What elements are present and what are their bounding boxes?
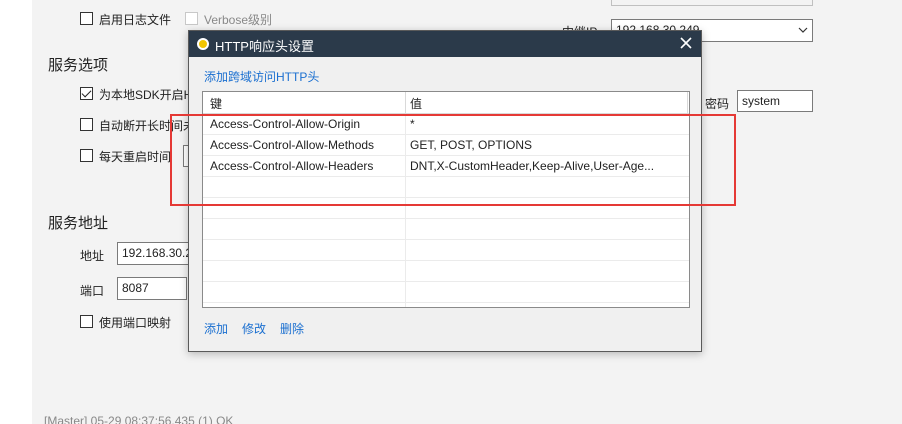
service-options-title: 服务选项 [48,57,109,74]
empty-row [203,240,689,261]
table-header: 键 值 [203,92,689,114]
http-headers-dialog: HTTP响应头设置 添加跨域访问HTTP头 键 值 Access-Control… [188,30,702,352]
enable-log-file-checkbox[interactable] [80,12,93,25]
sdk-option-checkbox[interactable] [80,87,93,100]
password-input[interactable]: system [737,90,813,112]
empty-row [203,219,689,240]
column-header-value[interactable]: 值 [410,95,422,112]
header-value: DNT,X-CustomHeader,Keep-Alive,User-Age..… [410,159,655,173]
add-button[interactable]: 添加 [204,320,228,337]
address-input[interactable]: 192.168.30.2 [117,242,197,265]
dialog-titlebar[interactable]: HTTP响应头设置 [189,31,701,57]
daily-restart-label: 每天重启时间 [99,150,172,164]
headers-table: 键 值 Access-Control-Allow-Origin * Access… [202,91,690,308]
port-label: 端口 [80,284,105,298]
column-divider[interactable] [405,92,406,114]
empty-row [203,261,689,282]
daily-restart-checkbox[interactable] [80,149,93,162]
column-header-key[interactable]: 键 [210,95,222,112]
auto-disconnect-checkbox[interactable] [80,118,93,131]
add-cors-headers-link[interactable]: 添加跨域访问HTTP头 [204,68,319,85]
port-mapping-label: 使用端口映射 [99,316,172,330]
top-input-edge [611,0,813,6]
header-key: Access-Control-Allow-Origin [210,117,361,131]
port-mapping-checkbox[interactable] [80,315,93,328]
close-icon[interactable] [677,34,695,52]
status-line: [Master] 05-29 08:37:56.435 (1) OK [44,414,234,424]
dialog-title: HTTP响应头设置 [215,39,314,54]
app-icon [197,38,209,50]
header-value: GET, POST, OPTIONS [410,138,533,152]
header-key: Access-Control-Allow-Headers [210,159,374,173]
enable-log-file-label: 启用日志文件 [99,13,172,27]
empty-row [203,198,689,219]
address-label: 地址 [80,249,105,263]
column-divider[interactable] [687,92,688,114]
header-value: * [410,117,415,131]
table-row[interactable]: Access-Control-Allow-Origin * [203,114,689,135]
table-row[interactable]: Access-Control-Allow-Methods GET, POST, … [203,135,689,156]
password-label: 密码 [705,97,730,111]
empty-row [203,177,689,198]
empty-row [203,282,689,303]
header-key: Access-Control-Allow-Methods [210,138,375,152]
delete-button[interactable]: 删除 [280,320,304,337]
table-row[interactable]: Access-Control-Allow-Headers DNT,X-Custo… [203,156,689,177]
verbose-level-checkbox[interactable] [185,12,198,25]
auto-disconnect-label: 自动断开长时间未 [99,119,196,133]
edit-button[interactable]: 修改 [242,320,266,337]
verbose-level-label: Verbose级别 [204,13,273,27]
service-address-title: 服务地址 [48,215,109,232]
sdk-option-label: 为本地SDK开启H [99,88,193,102]
chevron-down-icon [798,27,808,33]
port-input[interactable]: 8087 [117,277,187,300]
